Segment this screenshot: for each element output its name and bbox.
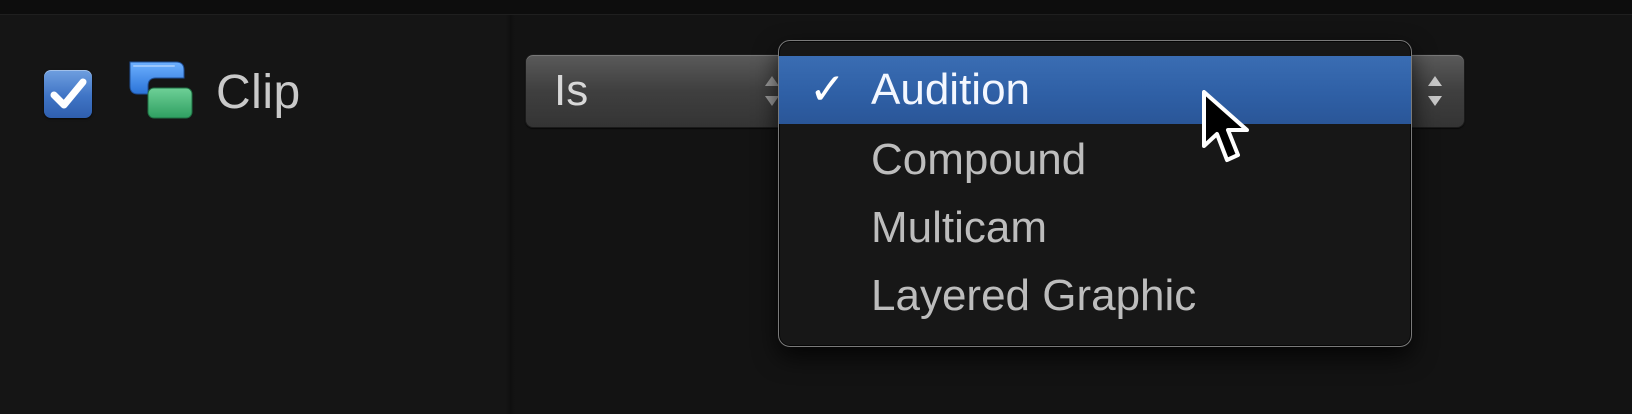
clip-filter-checkbox[interactable]: [44, 70, 92, 118]
clip-icon: [128, 56, 194, 122]
check-icon: ✓: [809, 65, 846, 114]
menu-item-layered-graphic[interactable]: Layered Graphic: [779, 262, 1411, 330]
menu-item-label: Compound: [871, 135, 1087, 184]
menu-items: ✓ Audition Compound Multicam Layered Gra…: [779, 56, 1411, 341]
menu-item-label: Layered Graphic: [871, 271, 1197, 320]
filter-editor-window: Clip Is ✓ Audition Compound Multicam Lay…: [0, 0, 1632, 414]
operator-value: Is: [554, 66, 589, 115]
checkmark-icon: [50, 78, 87, 109]
menu-item-compound[interactable]: Compound: [779, 126, 1411, 194]
clip-label: Clip: [216, 66, 301, 119]
popup-arrows-icon[interactable]: [1424, 70, 1446, 112]
filter-row: Clip Is ✓ Audition Compound Multicam Lay…: [0, 40, 1632, 347]
menu-item-label: Multicam: [871, 203, 1048, 252]
top-bar: [0, 0, 1632, 15]
menu-item-multicam[interactable]: Multicam: [779, 194, 1411, 262]
clip-type-menu: ✓ Audition Compound Multicam Layered Gra…: [778, 40, 1412, 347]
mouse-cursor-icon: [1202, 90, 1249, 162]
menu-item-label: Audition: [871, 65, 1031, 114]
menu-item-audition[interactable]: ✓ Audition: [779, 56, 1411, 124]
